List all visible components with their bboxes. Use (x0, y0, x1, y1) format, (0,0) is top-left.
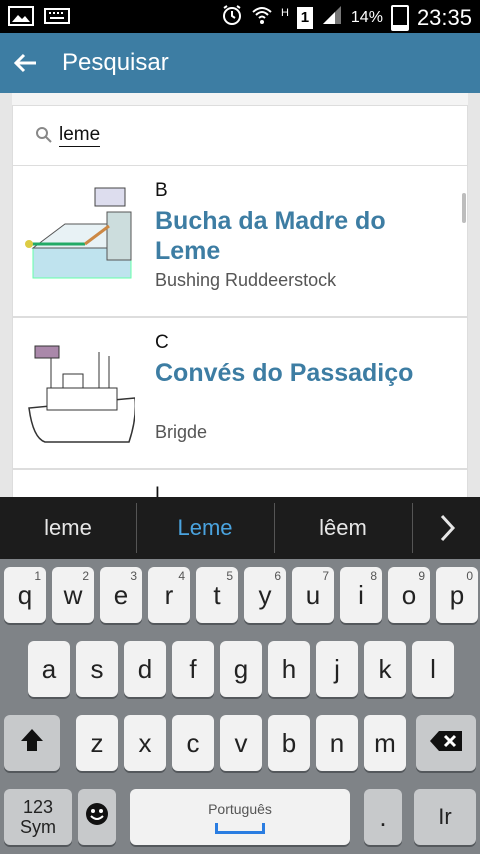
space-key[interactable]: Português (130, 789, 350, 845)
scrollbar[interactable] (462, 193, 466, 223)
status-bar: H 1 14% 23:35 (0, 0, 480, 33)
suggestion-item[interactable]: lêem (275, 497, 411, 559)
clock: 23:35 (416, 4, 472, 30)
emoji-key[interactable] (78, 789, 116, 845)
wifi-icon (251, 4, 273, 31)
key-k[interactable]: k (364, 641, 406, 697)
key-j[interactable]: j (316, 641, 358, 697)
list-item[interactable]: L (12, 469, 468, 497)
key-f[interactable]: f (172, 641, 214, 697)
sim-icon: 1 (296, 6, 313, 29)
key-u[interactable]: 7u (292, 567, 334, 623)
key-x[interactable]: x (124, 715, 166, 771)
backspace-key[interactable] (416, 715, 476, 771)
key-q[interactable]: 1q (4, 567, 46, 623)
list-item[interactable]: B Bucha da Madre do Leme Bushing Ruddeer… (12, 165, 468, 317)
result-title[interactable]: Bucha da Madre do Leme (155, 206, 455, 266)
result-title[interactable]: Convés do Passadiço (155, 358, 455, 388)
result-thumbnail (25, 338, 137, 448)
key-z[interactable]: z (76, 715, 118, 771)
key-v[interactable]: v (220, 715, 262, 771)
soft-keyboard: 1q 2w 3e 4r 5t 6y 7u 8i 9o 0p a s d f g … (0, 559, 480, 854)
page-title: Pesquisar (62, 49, 169, 76)
arrow-left-icon[interactable] (10, 47, 42, 79)
key-l[interactable]: l (412, 641, 454, 697)
key-d[interactable]: d (124, 641, 166, 697)
go-key[interactable]: Ir (414, 789, 476, 845)
alarm-icon (221, 4, 243, 31)
smiley-icon (84, 801, 110, 834)
key-p[interactable]: 0p (436, 567, 478, 623)
result-subtitle: Bushing Ruddeerstock (155, 270, 337, 290)
key-b[interactable]: b (268, 715, 310, 771)
backspace-icon (429, 728, 463, 759)
keyboard-icon (44, 8, 70, 29)
shift-icon (19, 727, 45, 760)
section-letter: C (155, 332, 169, 353)
shift-key[interactable] (4, 715, 60, 771)
signal-icon (321, 4, 343, 31)
period-key[interactable]: . (364, 789, 402, 845)
suggestion-item[interactable]: leme (0, 497, 136, 559)
battery-icon (390, 4, 409, 31)
key-o[interactable]: 9o (388, 567, 430, 623)
search-input[interactable]: leme (59, 124, 101, 147)
key-y[interactable]: 6y (244, 567, 286, 623)
key-g[interactable]: g (220, 641, 262, 697)
result-subtitle: Brigde (155, 422, 208, 442)
section-letter: B (155, 180, 168, 201)
result-thumbnail (25, 186, 135, 296)
suggestion-bar: leme Leme lêem (0, 497, 480, 559)
suggestion-item-selected[interactable]: Leme (137, 497, 273, 559)
key-s[interactable]: s (76, 641, 118, 697)
key-i[interactable]: 8i (340, 567, 382, 623)
image-icon (8, 6, 34, 31)
battery-percent: 14% (350, 8, 383, 26)
key-n[interactable]: n (316, 715, 358, 771)
key-m[interactable]: m (364, 715, 406, 771)
list-item[interactable]: C Convés do Passadiço Brigde (12, 317, 468, 469)
key-t[interactable]: 5t (196, 567, 238, 623)
network-type-label: H (280, 6, 289, 19)
chevron-right-icon[interactable] (413, 497, 480, 559)
search-icon (35, 126, 53, 149)
app-bar: Pesquisar (0, 33, 480, 93)
key-r[interactable]: 4r (148, 567, 190, 623)
section-letter: L (155, 484, 166, 497)
symbols-key[interactable]: 123 Sym (4, 789, 72, 845)
key-c[interactable]: c (172, 715, 214, 771)
key-a[interactable]: a (28, 641, 70, 697)
key-w[interactable]: 2w (52, 567, 94, 623)
key-e[interactable]: 3e (100, 567, 142, 623)
space-bar-icon (215, 822, 265, 834)
results-panel: leme B Bucha da Madre do Leme Bushing Ru… (12, 93, 468, 497)
search-box[interactable]: leme (12, 105, 468, 167)
key-h[interactable]: h (268, 641, 310, 697)
